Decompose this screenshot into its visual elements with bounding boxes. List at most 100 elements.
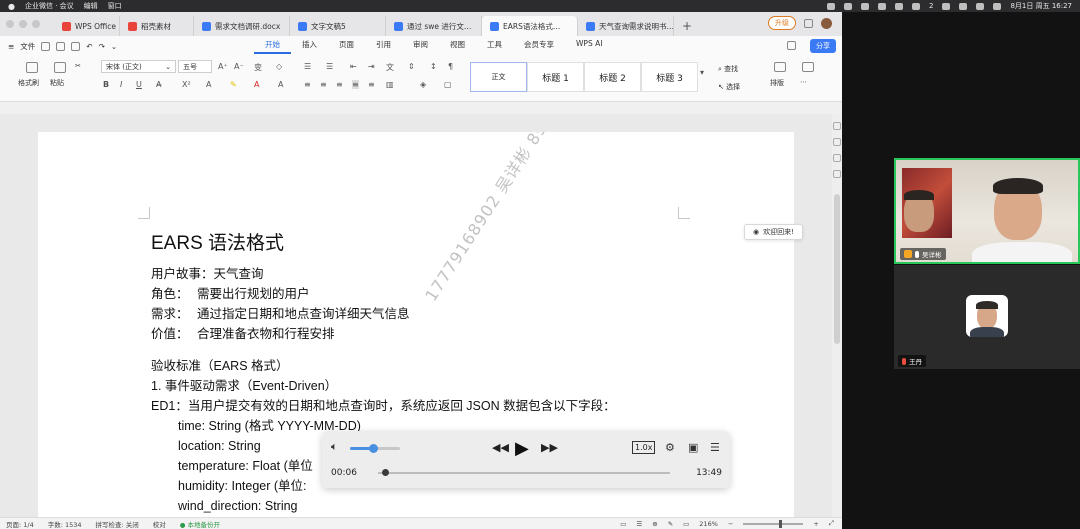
settings-gear-icon[interactable]: ⚙ bbox=[665, 441, 675, 454]
ribbon-tab[interactable]: 插入 bbox=[291, 39, 328, 54]
increase-indent-icon[interactable]: ⇥ bbox=[368, 62, 375, 71]
columns-icon[interactable]: ▥ bbox=[386, 80, 394, 89]
convert-icon[interactable] bbox=[802, 62, 814, 72]
format-painter-icon[interactable] bbox=[26, 62, 38, 73]
redo-icon[interactable]: ↷ bbox=[99, 42, 105, 51]
proofread[interactable]: 校对 bbox=[153, 519, 166, 529]
zoom-level[interactable]: 216% bbox=[699, 520, 718, 528]
side-tool-icon[interactable] bbox=[833, 154, 841, 162]
window-icon[interactable] bbox=[804, 18, 813, 28]
chinese-layout-icon[interactable]: 文 bbox=[386, 62, 394, 73]
seek-bar[interactable] bbox=[378, 469, 670, 476]
strikethrough-icon[interactable]: A̶ bbox=[156, 80, 161, 89]
pen-icon[interactable]: ✎ bbox=[668, 520, 673, 528]
spell-check[interactable]: 拼写检查: 关闭 bbox=[96, 519, 139, 529]
picture-in-picture-icon[interactable]: ▣ bbox=[688, 441, 698, 454]
show-marks-icon[interactable]: ¶ bbox=[448, 62, 453, 71]
cloud-icon[interactable] bbox=[787, 41, 796, 50]
document-tab[interactable]: WPS Office bbox=[54, 16, 120, 36]
change-case-icon[interactable]: 变 bbox=[254, 62, 262, 73]
style-heading-1[interactable]: 标题 1 bbox=[527, 62, 584, 92]
document-tab[interactable]: 需求文档调研.docx bbox=[194, 16, 290, 36]
style-heading-3[interactable]: 标题 3 bbox=[641, 62, 698, 92]
styles-more-icon[interactable]: ▾ bbox=[700, 68, 704, 77]
paste-icon[interactable] bbox=[54, 62, 66, 73]
read-mode-icon[interactable]: ▭ bbox=[683, 520, 689, 528]
font-size-select[interactable]: 五号 bbox=[178, 60, 212, 73]
font-effects-icon[interactable]: A bbox=[206, 80, 211, 89]
paste-button[interactable]: 粘贴 bbox=[50, 78, 64, 88]
undo-icon[interactable]: ↶ bbox=[86, 42, 92, 51]
wechat-icon[interactable] bbox=[912, 2, 920, 10]
playlist-icon[interactable]: ☰ bbox=[710, 441, 720, 454]
line-spacing-icon[interactable]: ⇕ bbox=[408, 62, 415, 71]
sync-icon[interactable] bbox=[861, 2, 869, 10]
arrange-button[interactable]: 排版 bbox=[770, 78, 784, 88]
participant-tile-active[interactable]: 吴详彬 bbox=[894, 158, 1080, 264]
ribbon-tab[interactable]: 会员专享 bbox=[513, 39, 565, 54]
sort-icon[interactable]: ↕ bbox=[430, 62, 437, 71]
document-tab[interactable]: EARS语法格式… bbox=[482, 16, 578, 36]
share-button[interactable]: 分享 bbox=[810, 39, 836, 53]
zoom-window-button[interactable] bbox=[32, 20, 40, 28]
justify-icon[interactable]: ≡ bbox=[352, 80, 359, 89]
align-center-icon[interactable]: ≡ bbox=[320, 80, 327, 89]
superscript-icon[interactable]: X² bbox=[182, 80, 191, 89]
wifi-icon[interactable] bbox=[959, 2, 968, 10]
print-preview-icon[interactable] bbox=[71, 41, 81, 51]
hamburger-icon[interactable]: ≡ bbox=[8, 42, 14, 51]
display-icon[interactable] bbox=[895, 2, 903, 10]
ribbon-tab[interactable]: WPS AI bbox=[565, 39, 613, 54]
welcome-toast[interactable]: ◉ 欢迎回来! bbox=[744, 224, 803, 240]
underline-button[interactable]: U bbox=[136, 80, 142, 89]
format-painter-button[interactable]: 格式刷 bbox=[18, 78, 39, 88]
bold-button[interactable]: B bbox=[103, 80, 109, 89]
find-button[interactable]: ⌕ 查找 bbox=[718, 64, 738, 74]
document-tab[interactable]: 稻壳素材 bbox=[120, 16, 194, 36]
char-shading-icon[interactable]: A bbox=[278, 80, 283, 89]
fast-forward-button[interactable]: ▶▶ bbox=[541, 441, 558, 454]
search-icon[interactable] bbox=[976, 2, 985, 10]
ribbon-tab[interactable]: 引用 bbox=[365, 39, 402, 54]
playback-speed-button[interactable]: 1.0x bbox=[632, 441, 656, 454]
scrollbar-thumb[interactable] bbox=[834, 194, 840, 344]
seek-knob[interactable] bbox=[382, 469, 390, 476]
menubar-menu-edit[interactable]: 编辑 bbox=[84, 1, 98, 11]
rewind-button[interactable]: ◀◀ bbox=[492, 441, 509, 454]
side-tool-icon[interactable] bbox=[833, 138, 841, 146]
menubar-app-name[interactable]: 企业微信 · 会议 bbox=[25, 1, 74, 11]
borders-icon[interactable]: ▢ bbox=[444, 80, 452, 89]
user-avatar[interactable] bbox=[821, 17, 832, 29]
font-family-select[interactable]: 宋体 (正文) ⌄ bbox=[101, 60, 176, 73]
shading-icon[interactable]: ◈ bbox=[420, 80, 426, 89]
bullet-list-icon[interactable]: ☰ bbox=[304, 62, 311, 71]
print-icon[interactable] bbox=[56, 41, 66, 51]
more-button[interactable]: ⋯ bbox=[800, 78, 807, 86]
document-tab[interactable]: 文字文稿5 bbox=[290, 16, 386, 36]
outline-icon[interactable]: ☰ bbox=[636, 520, 642, 528]
word-count[interactable]: 字数: 1534 bbox=[48, 519, 82, 529]
volume-slider[interactable] bbox=[350, 444, 400, 453]
distributed-icon[interactable]: ≡ bbox=[368, 80, 375, 89]
zoom-out-button[interactable]: − bbox=[728, 520, 733, 528]
file-menu[interactable]: 文件 bbox=[20, 41, 35, 52]
volume-icon[interactable]: 🔈︎ bbox=[331, 440, 338, 454]
italic-button[interactable]: I bbox=[120, 80, 122, 89]
participant-tile[interactable]: 王丹 bbox=[894, 265, 1080, 369]
new-tab-button[interactable]: + bbox=[674, 16, 700, 36]
chevron-down-icon[interactable]: ⌄ bbox=[111, 42, 117, 51]
page-count[interactable]: 页面: 1/4 bbox=[6, 519, 34, 529]
view-icon[interactable]: ▭ bbox=[620, 520, 626, 528]
sound-icon[interactable] bbox=[942, 2, 951, 10]
side-tool-icon[interactable] bbox=[833, 122, 841, 130]
ribbon-tab[interactable]: 视图 bbox=[439, 39, 476, 54]
play-button[interactable]: ▶ bbox=[515, 438, 529, 459]
zoom-slider[interactable] bbox=[743, 519, 804, 528]
fit-page-icon[interactable]: ⤢ bbox=[829, 519, 834, 528]
save-icon[interactable] bbox=[41, 41, 51, 51]
menubar-datetime[interactable]: 8月1日 周五 16:27 bbox=[1010, 1, 1072, 11]
clear-format-icon[interactable]: ◇ bbox=[276, 62, 282, 71]
status-icon[interactable] bbox=[844, 2, 852, 10]
font-color-icon[interactable]: A bbox=[254, 80, 259, 89]
upgrade-button[interactable]: 升级 bbox=[768, 16, 796, 30]
